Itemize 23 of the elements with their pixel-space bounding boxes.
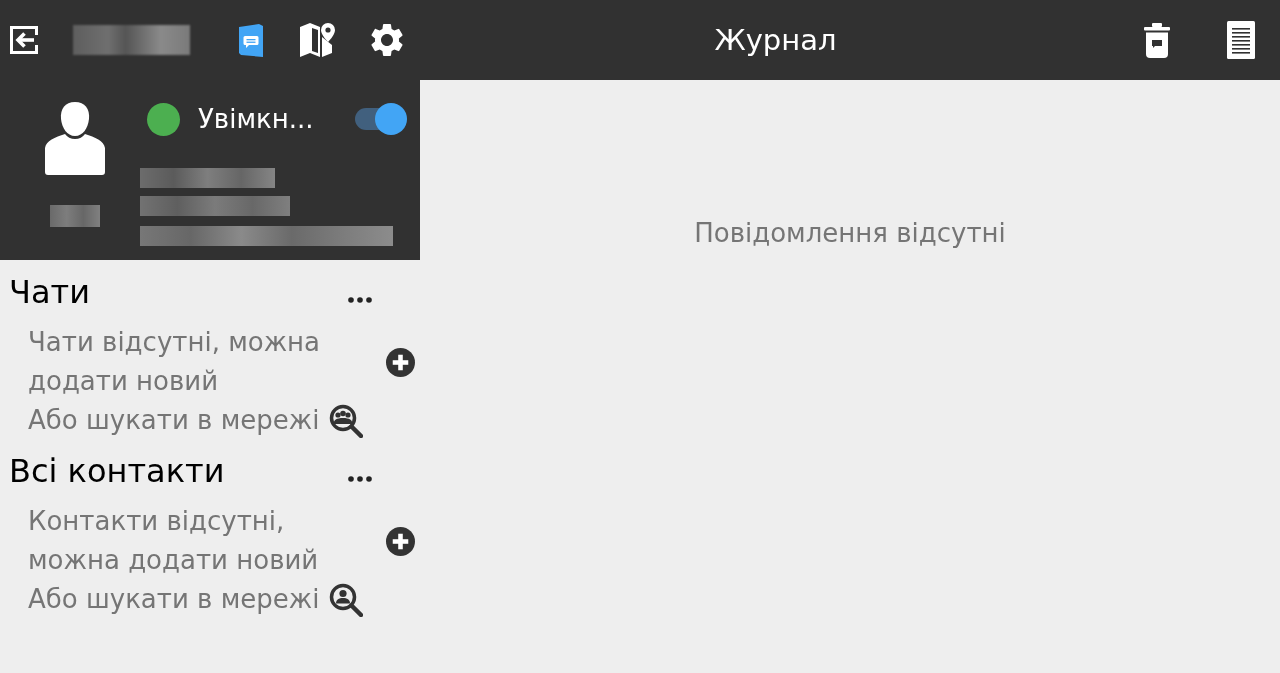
document-icon[interactable] [1227,21,1255,59]
chat-book-icon[interactable] [237,23,265,57]
empty-message: Чати відсутні, можна додати новий [28,326,322,398]
status-toggle[interactable] [355,103,407,135]
more-icon[interactable] [348,476,372,482]
search-hint: Або шукати в мережі [28,583,320,616]
more-icon[interactable] [348,297,372,303]
empty-message: Повідомлення відсутні [694,218,1006,248]
trash-icon[interactable] [1144,22,1170,58]
avatar-icon [45,100,105,175]
section-heading: Всі контакти [9,453,225,489]
person-search-icon[interactable] [329,582,364,617]
group-search-icon[interactable] [329,403,364,438]
add-icon[interactable] [386,526,415,556]
add-icon[interactable] [386,347,415,377]
window-title: Журнал [714,22,837,58]
empty-message: Контакти відсутні, можна додати новий [28,505,320,577]
map-pin-icon[interactable] [300,23,336,57]
exit-icon[interactable] [10,26,38,54]
section-heading: Чати [9,274,90,310]
redacted-name [50,205,100,227]
status-label: Увімкн... [198,103,314,135]
search-hint: Або шукати в мережі [28,404,320,437]
